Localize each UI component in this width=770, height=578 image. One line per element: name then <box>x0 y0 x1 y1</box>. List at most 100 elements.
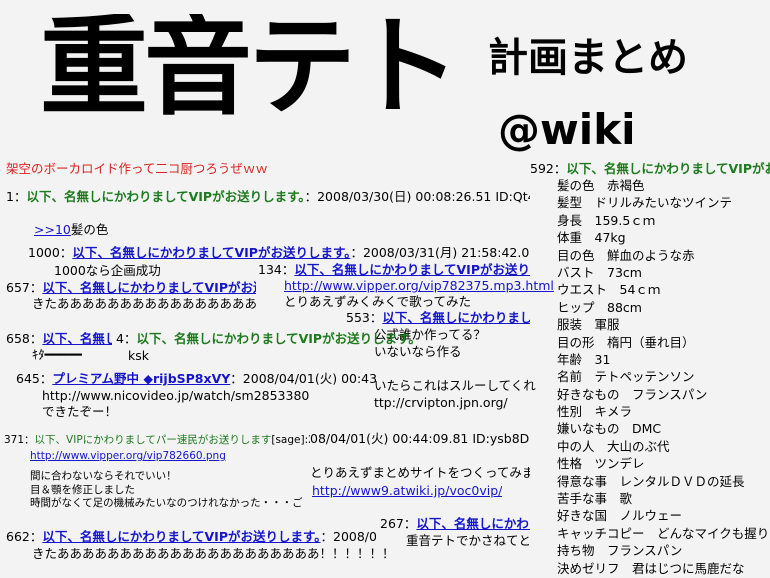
post-sage: [sage]:200 <box>271 434 310 446</box>
header-tagline: 架空のボーカロイド作って二コ厨つろうぜｗｗ <box>6 161 268 176</box>
post-colon: ： <box>29 529 43 544</box>
post-colon: ： <box>39 371 53 386</box>
profile-item: ウエスト 54ｃｍ <box>557 282 661 298</box>
profile-item: 年齢 31 <box>557 351 611 367</box>
post-author-link[interactable]: 以下、名無しにかわりま <box>416 516 530 531</box>
post-371-header: 371：以下、VIPにかわりましてパー速民がお送りします[sage]:200 <box>4 433 310 447</box>
logo-wiki: @wiki <box>498 108 636 152</box>
post-colon: ： <box>281 262 295 277</box>
profile-item: 目の形 楕円（垂れ目） <box>557 334 695 350</box>
profile-item: 性格 ツンデレ <box>557 456 645 472</box>
post-657-body: きたあああああああああああああああああああああ <box>32 296 258 311</box>
post-colon: ： <box>123 331 137 346</box>
post-meta: ：2008/03/30(日) 00:08:26.51 ID:Qt4RBwhB0 <box>304 189 530 204</box>
profile-item: 決めゼリフ 君はじつに馬鹿だな <box>557 560 745 576</box>
post-number: 645 <box>16 371 40 386</box>
profile-item: 苦手な事 歌 <box>557 491 633 507</box>
post-colon: ： <box>29 331 43 346</box>
post-number: 553 <box>346 310 370 325</box>
atwiki-link[interactable]: http://www9.atwiki.jp/voc0vip/ <box>312 483 502 498</box>
post-meta: ：2008/03/31(月) 21:58:42.09 ID:GZZb <box>350 245 530 260</box>
post-mid-meta: 08/04/01(火) 00:44:09.81 ID:ysb8D9TqC <box>310 431 530 446</box>
profile-item: ヒップ 88cm <box>557 299 642 315</box>
post-author: 以下、名無しにかわりましてVIPがお送りします。 <box>136 331 421 346</box>
logo-main: 重音テト <box>40 14 460 122</box>
post-662-header: 662：以下、名無しにかわりましてVIPがお送りします。：2008/04/01(… <box>6 529 376 545</box>
png-link[interactable]: http://www.vipper.org/vip782660.png <box>30 450 226 462</box>
post-number: 658 <box>6 331 30 346</box>
mp3-link[interactable]: http://www.vipper.org/vip782375.mp3.html <box>284 278 554 293</box>
post-134-header: 134：以下、名無しにかわりましてVIPがお送りします <box>258 262 530 278</box>
post-371-body-2: 目＆顎を修正しました <box>30 484 135 496</box>
post-267-header: 267：以下、名無しにかわりま <box>380 516 530 532</box>
post-553-header: 553：以下、名無しにかわりましてVIPがお送りしま <box>346 310 530 326</box>
post-colon: ： <box>13 189 27 204</box>
profile-item: バスト 73cm <box>557 264 642 280</box>
profile-item: 服装 軍服 <box>557 317 620 333</box>
profile-item: 持ち物 フランスパン <box>557 543 683 559</box>
profile-item: 中の人 大山のぶ代 <box>557 438 670 454</box>
post-colon: ： <box>59 245 73 260</box>
profile-item: 身長 159.5ｃｍ <box>557 212 656 228</box>
profile-item: 得意な事 レンタルＤＶＤの延長 <box>557 473 745 489</box>
post-colon: ： <box>29 280 43 295</box>
post-author-link[interactable]: 以下、名無しにかわりましてVIPがお送りしま <box>382 310 530 325</box>
profile-item: 目の色 鮮血のような赤 <box>557 247 695 263</box>
post-colon: ： <box>369 310 383 325</box>
post-author-link[interactable]: 以下、名無し <box>42 331 112 346</box>
post-author: 以下、名無しにかわりましてVIPがお送りします。 <box>26 189 305 204</box>
logo-subtitle: 計画まとめ <box>488 36 688 80</box>
post-author-link[interactable]: 以下、名無しにかわりましてVIPがお送りしま <box>42 280 256 295</box>
post-371-body-1: 間に合わないならそれでいい！ <box>30 470 177 482</box>
post-mid-link[interactable]: http://www9.atwiki.jp/voc0vip/ <box>312 483 502 499</box>
post-number: 371 <box>4 434 25 446</box>
post-number: 134 <box>258 262 282 277</box>
post-658-body: ｷﾀ━━━━━ <box>32 347 83 362</box>
reply-anchor-link[interactable]: >>10 <box>34 222 71 237</box>
mid-text-2: ttp://crvipton.jpn.org/ <box>374 395 508 410</box>
post-colon: ： <box>553 161 567 176</box>
post-4-header: 4：以下、名無しにかわりましてVIPがお送りします。 <box>116 331 530 347</box>
post-134-link[interactable]: http://www.vipper.org/vip782375.mp3.html <box>284 278 554 294</box>
post-4-body: ksk <box>128 348 149 363</box>
profile-item: 好きな国 ノルウェー <box>557 508 683 524</box>
post-number: 4 <box>116 331 124 346</box>
post-134-body: とりあえずみくみくで歌ってみた <box>284 294 472 309</box>
character-profile-list: 髪の色 赤褐色 髪型 ドリルみたいなツインテ 身長 159.5ｃｍ 体重 47k… <box>557 178 770 578</box>
post-mid-body: とりあえずまとめサイトをつくってみました <box>310 465 530 480</box>
profile-item: 好きなもの フランスパン <box>557 386 708 402</box>
post-meta: ：2008/04/01(火) 00:43:13.45 <box>230 371 376 386</box>
profile-item: 性別 キメラ <box>557 404 633 420</box>
post-number: 592 <box>530 161 554 176</box>
profile-item: 嫌いなもの DMC <box>557 421 662 437</box>
profile-item: 髪型 ドリルみたいなツインテ <box>557 195 733 211</box>
post-number: 1000 <box>28 245 60 260</box>
post-645-header: 645：プレミアム野中 ◆rijbSP8xVY：2008/04/01(火) 00… <box>16 371 376 387</box>
post-author-link[interactable]: 以下、名無しにかわりましてVIPがお送りします <box>294 262 530 277</box>
post-author-link[interactable]: プレミアム野中 ◆rijbSP8xVY <box>52 371 230 386</box>
post-number: 1 <box>6 189 14 204</box>
post-1-header: 1：以下、名無しにかわりましてVIPがお送りします。：2008/03/30(日)… <box>6 189 530 205</box>
profile-item: 髪の色 赤褐色 <box>557 178 645 193</box>
post-645-body-1: http://www.nicovideo.jp/watch/sm2853380 <box>42 388 310 403</box>
profile-item: 体重 47kg <box>557 230 626 246</box>
post-author-link[interactable]: 以下、名無しにかわりましてVIPがお送りします。 <box>72 245 350 260</box>
post-author: 以下、名無しにかわりましてVIPがお送りしま <box>566 161 770 176</box>
post-author-link[interactable]: 以下、名無しにかわりましてVIPがお送りします。 <box>42 529 320 544</box>
post-colon: ： <box>403 516 417 531</box>
profile-item: キャッチコピー どんなマイクも握ります <box>557 525 770 541</box>
post-371-body-3: 時間がなくて足の機械みたいなのつけれなかった・・・ごめん <box>30 497 302 509</box>
post-1000-header: 1000：以下、名無しにかわりましてVIPがお送りします。：2008/03/31… <box>28 245 530 261</box>
post-number: 662 <box>6 529 30 544</box>
post-body-text: 髪の色 <box>70 222 109 237</box>
post-1-body: >>10髪の色 <box>34 222 108 238</box>
post-author: 以下、VIPにかわりましてパー速民がお送りします <box>34 434 272 446</box>
post-number: 657 <box>6 280 30 295</box>
mid-text-1: いたらこれはスルーしてくれ <box>374 378 536 393</box>
post-371-link[interactable]: http://www.vipper.org/vip782660.png <box>30 449 226 463</box>
post-645-body-2: できたぞー！ <box>42 404 118 419</box>
post-1000-body: 1000なら企画成功 <box>54 263 161 278</box>
post-662-body: きたあああああああああああああああああああああ！！！！！！ <box>32 546 395 561</box>
post-592-header: 592：以下、名無しにかわりましてVIPがお送りしま <box>530 161 770 177</box>
profile-item: 名前 テトペッテンソン <box>557 369 695 385</box>
